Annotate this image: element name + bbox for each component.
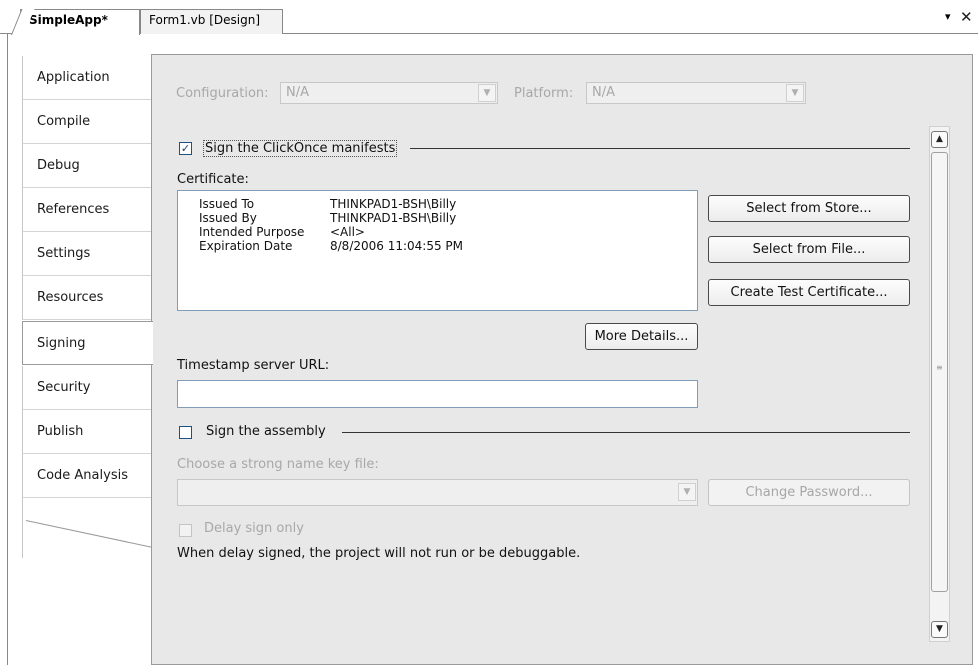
intended-purpose-value: <All>	[330, 225, 365, 239]
delay-sign-note: When delay signed, the project will not …	[177, 546, 581, 561]
chevron-down-icon: ▼	[678, 483, 696, 501]
more-details-button[interactable]: More Details...	[585, 323, 698, 350]
sidebar-item-security[interactable]: Security	[22, 366, 152, 410]
platform-value: N/A	[592, 85, 615, 100]
platform-label: Platform:	[514, 86, 574, 101]
issued-to-key: Issued To	[199, 197, 255, 211]
select-from-store-button[interactable]: Select from Store...	[708, 195, 910, 222]
certificate-details-box: Issued To THINKPAD1-BSH\Billy Issued By …	[177, 190, 698, 311]
sidebar-item-settings[interactable]: Settings	[22, 232, 152, 276]
configuration-select[interactable]: N/A ▼	[280, 82, 498, 104]
expiration-date-key: Expiration Date	[199, 239, 293, 253]
tab-list-dropdown-icon[interactable]: ▾	[945, 10, 951, 23]
configuration-label: Configuration:	[176, 86, 269, 101]
assembly-section-divider	[342, 432, 910, 433]
sign-assembly-checkbox[interactable]	[179, 426, 192, 439]
create-test-certificate-button[interactable]: Create Test Certificate...	[708, 279, 910, 306]
sidebar-item-resources[interactable]: Resources	[22, 276, 152, 320]
tab-simpleapp[interactable]: SimpleApp*	[20, 9, 140, 35]
intended-purpose-key: Intended Purpose	[199, 225, 305, 239]
key-file-label: Choose a strong name key file:	[177, 457, 379, 472]
issued-by-value: THINKPAD1-BSH\Billy	[330, 211, 457, 225]
sidebar-item-publish[interactable]: Publish	[22, 410, 152, 454]
chevron-down-icon: ▼	[478, 84, 496, 102]
chevron-down-icon: ▼	[786, 84, 804, 102]
sidebar-tail	[22, 498, 154, 558]
configuration-value: N/A	[286, 85, 309, 100]
certificate-label: Certificate:	[177, 172, 249, 187]
scroll-up-icon[interactable]: ▲	[931, 131, 948, 148]
sidebar-item-application[interactable]: Application	[22, 56, 152, 100]
delay-sign-checkbox[interactable]	[179, 524, 192, 537]
issued-by-key: Issued By	[199, 211, 257, 225]
sidebar-item-compile[interactable]: Compile	[22, 100, 152, 144]
scrollbar-thumb[interactable]	[931, 152, 948, 592]
timestamp-url-input[interactable]	[177, 380, 698, 408]
scroll-down-icon[interactable]: ▼	[931, 621, 948, 638]
change-password-button[interactable]: Change Password...	[708, 479, 910, 506]
tab-form1-design[interactable]: Form1.vb [Design]	[140, 9, 283, 34]
sign-assembly-label[interactable]: Sign the assembly	[206, 424, 326, 439]
select-from-file-button[interactable]: Select from File...	[708, 236, 910, 263]
sign-clickonce-label[interactable]: Sign the ClickOnce manifests	[203, 140, 398, 157]
sidebar-item-signing[interactable]: Signing	[22, 321, 153, 365]
close-tab-icon[interactable]: ✕	[960, 8, 973, 26]
issued-to-value: THINKPAD1-BSH\Billy	[330, 197, 457, 211]
key-file-select[interactable]: ▼	[177, 479, 698, 506]
sidebar-item-debug[interactable]: Debug	[22, 144, 152, 188]
checkmark-icon: ✓	[180, 142, 191, 155]
clickonce-section-divider	[410, 148, 910, 149]
scrollbar-grip-icon: ≡	[936, 363, 943, 372]
platform-select[interactable]: N/A ▼	[586, 82, 806, 104]
delay-sign-label: Delay sign only	[204, 521, 304, 536]
sign-clickonce-checkbox[interactable]: ✓	[179, 142, 192, 155]
sidebar-item-code-analysis[interactable]: Code Analysis	[22, 454, 152, 498]
sidebar-item-references[interactable]: References	[22, 188, 152, 232]
expiration-date-value: 8/8/2006 11:04:55 PM	[330, 239, 464, 253]
timestamp-url-label: Timestamp server URL:	[177, 358, 330, 373]
